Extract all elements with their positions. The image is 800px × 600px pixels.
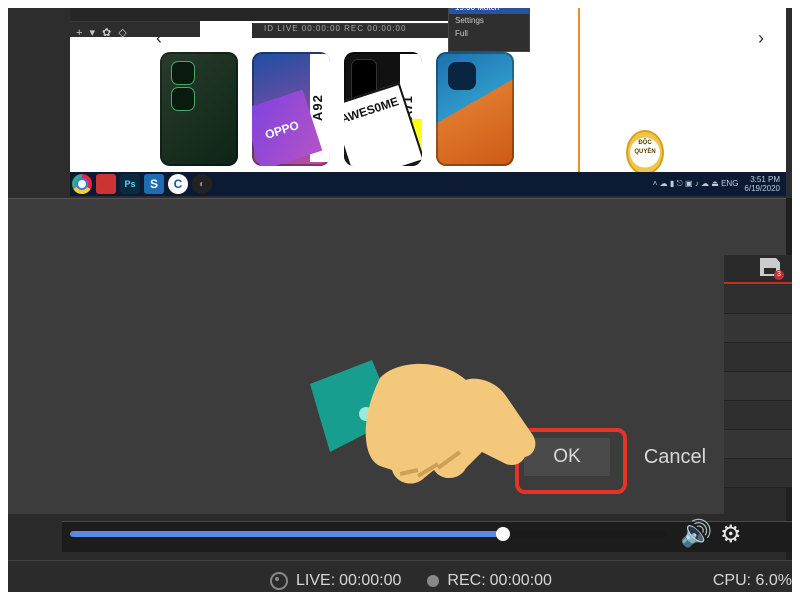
phone-card-4[interactable]: [436, 52, 514, 166]
tray-icons[interactable]: ˄ ☁ ▮ ⎋ ▣ ♪ ☁ ⏏ ENG: [653, 179, 739, 189]
taskbar-snagit-icon[interactable]: S: [144, 174, 164, 194]
camera-icon: [172, 62, 194, 84]
list-item[interactable]: [723, 343, 800, 372]
toolbar-status-text: ID LIVE 00:00:00 REC 00:00:00: [264, 24, 406, 33]
accent-underline: [723, 282, 800, 284]
live-label: LIVE:: [296, 572, 335, 590]
cpu-label: CPU:: [713, 572, 751, 589]
volume-slider-thumb[interactable]: [496, 527, 510, 541]
settings-gear-icon[interactable]: ⚙: [720, 520, 742, 549]
toolbar-icons[interactable]: + ▾ ✿ ◇: [76, 26, 129, 39]
rec-indicator-icon: [427, 575, 439, 587]
phone-card-1[interactable]: [160, 52, 238, 166]
dropdown-item-1[interactable]: 19:00 Match: [449, 1, 529, 14]
ok-button[interactable]: OK: [524, 438, 610, 476]
taskbar-app2-icon[interactable]: C: [168, 174, 188, 194]
volume-slider-fill: [70, 531, 500, 537]
taskbar-tray[interactable]: ˄ ☁ ▮ ⎋ ▣ ♪ ☁ ⏏ ENG 3:51 PM 6/19/2020: [653, 175, 786, 193]
cpu-value: 6.0%: [756, 572, 792, 589]
live-time: 00:00:00: [339, 572, 401, 590]
volume-icon[interactable]: 🔊: [680, 518, 712, 549]
cancel-button[interactable]: Cancel: [628, 438, 722, 476]
taskbar-photoshop-icon[interactable]: Ps: [120, 174, 140, 194]
taskbar-obs-icon[interactable]: ◐: [192, 174, 212, 194]
taskbar-app-icon[interactable]: [96, 174, 116, 194]
status-bar: LIVE: 00:00:00 REC: 00:00:00 CPU: 6.0%: [0, 560, 800, 600]
taskbar-clock[interactable]: 3:51 PM 6/19/2020: [744, 175, 780, 193]
app-window: ‹ › › + ▾ ✿ ◇ ID LIVE 00:00:00 REC 00:00…: [0, 0, 800, 600]
rec-label: REC:: [447, 572, 485, 590]
list-item[interactable]: [723, 372, 800, 401]
preview-region: ‹ › › + ▾ ✿ ◇ ID LIVE 00:00:00 REC 00:00…: [0, 0, 800, 198]
dropdown-item-3[interactable]: Full: [449, 27, 529, 40]
camera-icon: [172, 88, 194, 110]
camera-icon: [448, 62, 476, 90]
phone-card-2[interactable]: A92 OPPO: [252, 52, 330, 166]
list-item[interactable]: [723, 459, 800, 488]
save-badge: 3: [774, 270, 784, 280]
screen-capture-preview: ‹ › › + ▾ ✿ ◇ ID LIVE 00:00:00 REC 00:00…: [70, 0, 786, 172]
toolbar-dropdown[interactable]: 19:00 Match Settings Full: [448, 0, 530, 52]
list-item[interactable]: [723, 401, 800, 430]
side-panel-rows: [723, 285, 800, 488]
taskbar-chrome-icon[interactable]: [72, 174, 92, 194]
list-item[interactable]: [723, 430, 800, 459]
clock-time: 3:51 PM: [744, 175, 780, 184]
phone-card-3[interactable]: A71 AWES0ME: [344, 52, 422, 166]
carousel-next[interactable]: ›: [758, 28, 764, 49]
cpu-readout: CPU: 6.0%: [713, 572, 792, 590]
windows-taskbar[interactable]: Ps S C ◐ ˄ ☁ ▮ ⎋ ▣ ♪ ☁ ⏏ ENG 3:51 PM 6/1…: [70, 172, 786, 196]
settings-dialog: [0, 254, 724, 514]
exclusive-seal-icon: ĐỘC QUYỀN: [626, 130, 664, 175]
product-row: A92 OPPO A71 AWES0ME: [160, 50, 652, 168]
clock-date: 6/19/2020: [744, 184, 780, 193]
list-item[interactable]: [723, 285, 800, 314]
live-indicator-icon: [270, 572, 288, 590]
panel-header: ˄ ˅: [0, 198, 800, 256]
dropdown-item-2[interactable]: Settings: [449, 14, 529, 27]
list-item[interactable]: [723, 314, 800, 343]
rec-time: 00:00:00: [490, 572, 552, 590]
